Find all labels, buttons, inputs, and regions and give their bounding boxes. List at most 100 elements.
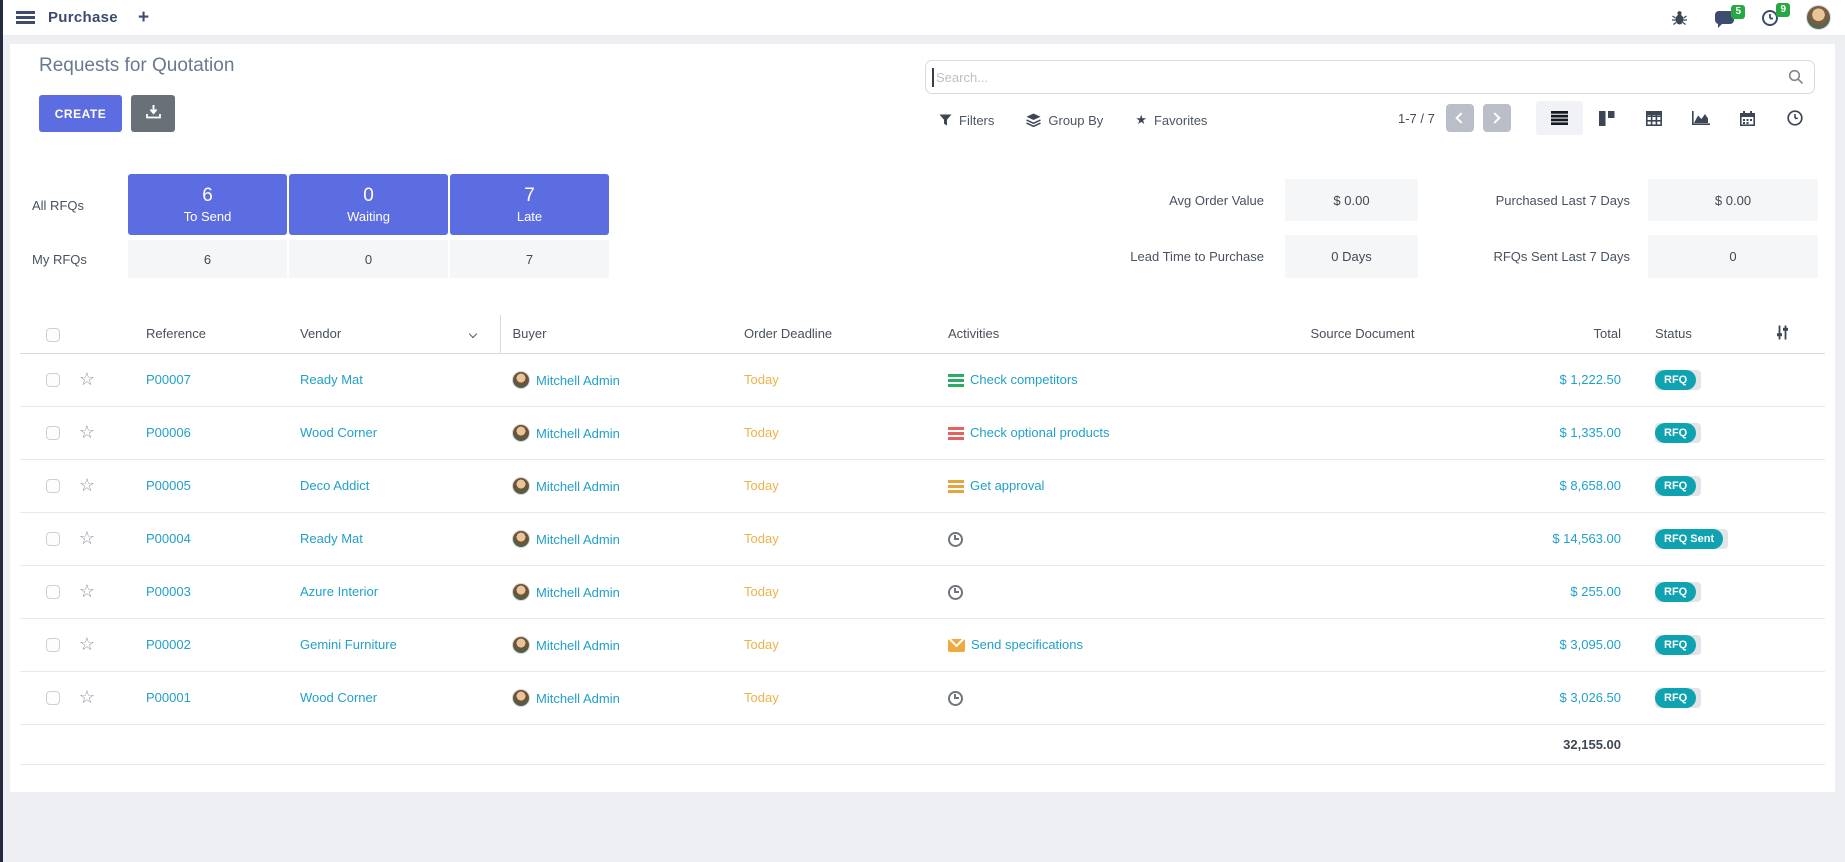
activity-icon[interactable] <box>948 691 963 706</box>
source-document-cell[interactable] <box>1225 512 1500 565</box>
activities-clock-icon[interactable]: 9 <box>1761 9 1779 27</box>
favorite-star-icon[interactable] <box>79 528 95 548</box>
reference-link[interactable]: P00007 <box>146 372 191 387</box>
header-column-options[interactable] <box>1775 315 1825 353</box>
header-buyer[interactable]: Buyer <box>500 315 732 353</box>
table-row[interactable]: P00002 Gemini Furniture Mitchell Admin T… <box>20 618 1825 671</box>
row-checkbox[interactable] <box>46 691 60 705</box>
search-input[interactable] <box>926 70 1788 85</box>
row-checkbox[interactable] <box>46 638 60 652</box>
table-row[interactable]: P00001 Wood Corner Mitchell Admin Today … <box>20 671 1825 724</box>
create-button[interactable]: CREATE <box>39 95 122 132</box>
favorite-star-icon[interactable] <box>79 422 95 442</box>
group-by-button[interactable]: Group By <box>1026 113 1103 128</box>
activity-label[interactable]: Send specifications <box>971 637 1083 652</box>
reference-link[interactable]: P00003 <box>146 584 191 599</box>
dashboard-view-button[interactable] <box>1771 101 1818 135</box>
buyer-link[interactable]: Mitchell Admin <box>536 373 620 388</box>
activity-icon[interactable] <box>948 639 965 652</box>
buyer-link[interactable]: Mitchell Admin <box>536 426 620 441</box>
source-document-cell[interactable] <box>1225 565 1500 618</box>
table-row[interactable]: P00004 Ready Mat Mitchell Admin Today $ … <box>20 512 1825 565</box>
vendor-link[interactable]: Ready Mat <box>300 531 363 546</box>
favorite-star-icon[interactable] <box>79 687 95 707</box>
pager-previous-button[interactable] <box>1446 104 1474 132</box>
reference-link[interactable]: P00004 <box>146 531 191 546</box>
vendor-link[interactable]: Wood Corner <box>300 690 377 705</box>
favorite-star-icon[interactable] <box>79 369 95 389</box>
vendor-link[interactable]: Ready Mat <box>300 372 363 387</box>
row-checkbox[interactable] <box>46 479 60 493</box>
activity-icon[interactable] <box>948 374 964 387</box>
favorite-star-icon[interactable] <box>79 634 95 654</box>
list-view-button[interactable] <box>1536 101 1583 135</box>
kpi-my-waiting[interactable]: 0 <box>289 240 448 278</box>
activity-icon[interactable] <box>948 480 964 493</box>
kpi-waiting[interactable]: 0 Waiting <box>289 174 448 235</box>
user-avatar[interactable] <box>1806 5 1831 30</box>
kpi-my-to-send[interactable]: 6 <box>128 240 287 278</box>
apps-menu-icon[interactable] <box>16 11 35 24</box>
favorites-button[interactable]: Favorites <box>1135 112 1207 128</box>
buyer-link[interactable]: Mitchell Admin <box>536 532 620 547</box>
all-rfqs-label[interactable]: All RFQs <box>32 198 84 213</box>
vendor-link[interactable]: Deco Addict <box>300 478 369 493</box>
my-rfqs-label[interactable]: My RFQs <box>32 252 87 267</box>
search-icon[interactable] <box>1788 69 1804 85</box>
header-reference[interactable]: Reference <box>112 315 288 353</box>
graph-view-button[interactable] <box>1677 101 1724 135</box>
new-tab-button[interactable]: + <box>138 8 149 27</box>
buyer-link[interactable]: Mitchell Admin <box>536 638 620 653</box>
activity-icon[interactable] <box>948 427 964 440</box>
table-row[interactable]: P00006 Wood Corner Mitchell Admin Today … <box>20 406 1825 459</box>
messages-icon[interactable]: 5 <box>1715 11 1734 24</box>
header-status[interactable]: Status <box>1625 315 1775 353</box>
activity-label[interactable]: Get approval <box>970 478 1044 493</box>
select-all-checkbox[interactable] <box>46 328 60 342</box>
search-bar[interactable] <box>925 60 1815 94</box>
header-total[interactable]: Total <box>1500 315 1625 353</box>
filters-button[interactable]: Filters <box>939 113 994 128</box>
row-checkbox[interactable] <box>46 373 60 387</box>
favorite-star-icon[interactable] <box>79 475 95 495</box>
row-checkbox[interactable] <box>46 426 60 440</box>
header-source-document[interactable]: Source Document <box>1225 315 1500 353</box>
reference-link[interactable]: P00002 <box>146 637 191 652</box>
source-document-cell[interactable] <box>1225 459 1500 512</box>
table-row[interactable]: P00007 Ready Mat Mitchell Admin Today Ch… <box>20 353 1825 406</box>
buyer-link[interactable]: Mitchell Admin <box>536 479 620 494</box>
row-checkbox[interactable] <box>46 585 60 599</box>
source-document-cell[interactable] <box>1225 406 1500 459</box>
kpi-my-late[interactable]: 7 <box>450 240 609 278</box>
export-button[interactable] <box>131 95 175 132</box>
favorite-star-icon[interactable] <box>79 581 95 601</box>
calendar-view-button[interactable] <box>1724 101 1771 135</box>
source-document-cell[interactable] <box>1225 618 1500 671</box>
source-document-cell[interactable] <box>1225 353 1500 406</box>
vendor-link[interactable]: Azure Interior <box>300 584 378 599</box>
row-checkbox[interactable] <box>46 532 60 546</box>
kanban-view-button[interactable] <box>1583 101 1630 135</box>
table-row[interactable]: P00005 Deco Addict Mitchell Admin Today … <box>20 459 1825 512</box>
pivot-view-button[interactable] <box>1630 101 1677 135</box>
debug-bug-icon[interactable] <box>1671 10 1688 26</box>
reference-link[interactable]: P00006 <box>146 425 191 440</box>
header-activities[interactable]: Activities <box>935 315 1225 353</box>
pager-next-button[interactable] <box>1483 104 1511 132</box>
buyer-link[interactable]: Mitchell Admin <box>536 691 620 706</box>
buyer-link[interactable]: Mitchell Admin <box>536 585 620 600</box>
kpi-late[interactable]: 7 Late <box>450 174 609 235</box>
kpi-to-send[interactable]: 6 To Send <box>128 174 287 235</box>
source-document-cell[interactable] <box>1225 671 1500 724</box>
app-title[interactable]: Purchase <box>48 9 118 26</box>
activity-icon[interactable] <box>948 585 963 600</box>
activity-label[interactable]: Check competitors <box>970 372 1078 387</box>
header-order-deadline[interactable]: Order Deadline <box>732 315 935 353</box>
table-row[interactable]: P00003 Azure Interior Mitchell Admin Tod… <box>20 565 1825 618</box>
reference-link[interactable]: P00001 <box>146 690 191 705</box>
header-vendor[interactable]: Vendor <box>288 315 500 353</box>
activity-icon[interactable] <box>948 532 963 547</box>
reference-link[interactable]: P00005 <box>146 478 191 493</box>
vendor-link[interactable]: Gemini Furniture <box>300 637 397 652</box>
activity-label[interactable]: Check optional products <box>970 425 1109 440</box>
